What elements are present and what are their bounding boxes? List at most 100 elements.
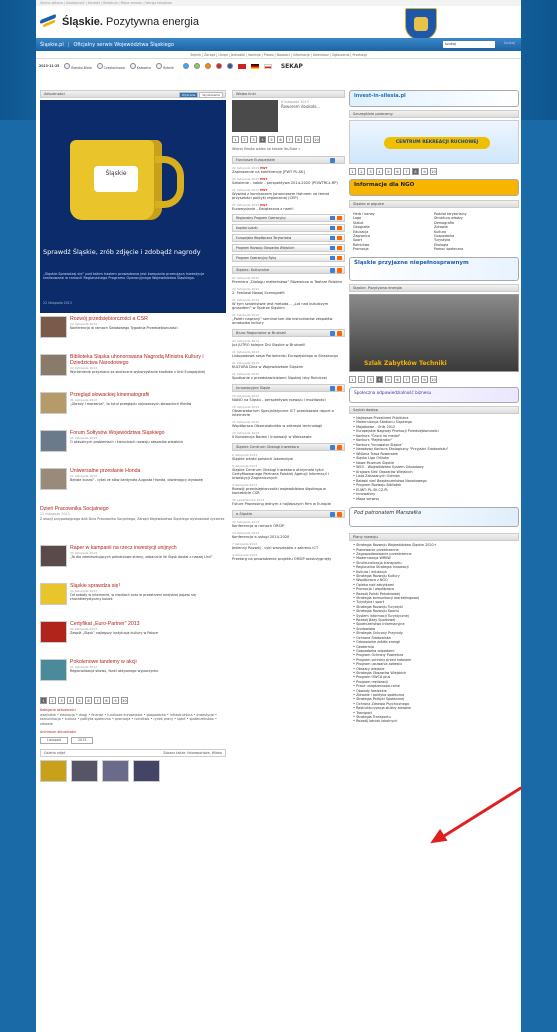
page-link[interactable]: 3 xyxy=(367,375,374,383)
news-item[interactable]: Rozwój przedsiębiorczości a CSR 22 listop… xyxy=(40,316,226,350)
youtube-link[interactable]: Więcej filmów wideo na kanale YouTube » xyxy=(232,147,345,152)
page-link[interactable]: 5 xyxy=(76,697,83,704)
flag-uk-icon[interactable] xyxy=(237,63,246,69)
culture-item[interactable]: 21 listopada 2013 W tym szaleństwie jest … xyxy=(232,298,345,310)
sekap-link[interactable]: SEKAP xyxy=(281,63,303,70)
page-link[interactable]: 9 xyxy=(421,168,428,175)
technical-monuments-image[interactable]: Szlak Zabytków Techniki xyxy=(349,293,519,372)
page-link[interactable]: 4 xyxy=(376,375,383,383)
eslaskie-item[interactable]: 14 listopada 2013 Konferencja e-usługi 20… xyxy=(232,531,345,539)
news-item[interactable]: Pokolenowe tandemy w akcji 21 listopada 2… xyxy=(40,659,226,693)
main-nav[interactable]: Sejmik | Zarząd | Urząd | Jednostki | Ko… xyxy=(36,51,521,59)
fund-item[interactable]: 22 listopada 2013 EWT Zaproszenie na konf… xyxy=(232,166,345,174)
gallery-links[interactable]: Zobacz także: fotoreportaże, Wideo xyxy=(163,751,222,756)
tab-selected[interactable]: Wybrane xyxy=(178,92,199,98)
news-item[interactable]: Forum Sołtysów Województwa Śląskiego 21 l… xyxy=(40,430,226,464)
invest-in-silesia-banner[interactable]: invest-in-silesia.pl xyxy=(349,90,519,107)
culture-item[interactable]: 21 listopada 2013 „Poletr nagrany” semina… xyxy=(232,313,345,325)
gallery-thumbnail[interactable] xyxy=(133,760,160,783)
fund-item[interactable]: 21 listopada 2013 EWT Wywiad z komisarzem… xyxy=(232,188,345,200)
page-link[interactable]: 10 xyxy=(430,168,437,175)
page-link[interactable]: 8 xyxy=(412,168,419,175)
archive-month-select[interactable]: Listopad xyxy=(40,736,68,744)
featured-news[interactable]: Śląskie Sprawdź Śląskie, zrób zdjęcie i … xyxy=(40,100,226,313)
page-link[interactable]: 9 xyxy=(112,697,119,704)
page-link[interactable]: 6 xyxy=(277,136,284,143)
page-link[interactable]: 9 xyxy=(421,375,428,383)
page-link[interactable]: 8 xyxy=(412,375,419,383)
page-link[interactable]: 2 xyxy=(358,375,365,383)
innovation-item[interactable]: 19 listopada 2013 NANO na Śląsku - perspe… xyxy=(232,394,345,402)
weather-city[interactable]: Rybnik xyxy=(156,62,174,70)
video-thumbnail[interactable] xyxy=(232,100,278,132)
investor-item[interactable]: 6 listopada 2013 Śląskie wśród polskich l… xyxy=(232,453,345,461)
home-icon[interactable] xyxy=(193,63,200,69)
investor-item[interactable]: 5 listopada 2013 Śląskie Centrum Obsługi … xyxy=(232,464,345,480)
archive-year-select[interactable]: 2013 xyxy=(71,736,94,744)
page-link[interactable]: 6 xyxy=(394,168,401,175)
investor-item[interactable]: 30 października 2013 Future Processing je… xyxy=(232,498,345,506)
innovation-item[interactable]: 13 listopada 2013 II Konwencja Badań i In… xyxy=(232,431,345,439)
brussels-item[interactable]: 21 listopada 2013 KULTURA Dnia w Wojewódz… xyxy=(232,361,345,369)
page-link[interactable]: 4 xyxy=(67,697,74,704)
youtube-icon[interactable] xyxy=(215,63,222,69)
program-bar[interactable]: Program Operacyjny Ryby xyxy=(232,253,345,262)
search-button[interactable]: Szukaj xyxy=(504,41,515,45)
page-link[interactable]: 6 xyxy=(85,697,92,704)
page-link[interactable]: 10 xyxy=(121,697,128,704)
plan-link[interactable]: Rozwój lotnisk lokalnych xyxy=(353,719,519,723)
page-link[interactable]: 7 xyxy=(286,136,293,143)
accessibility-banner[interactable]: Śląskie przyjazne niepełnosprawnym xyxy=(349,256,519,281)
search-input[interactable]: szukaj xyxy=(443,41,495,48)
categories-list[interactable]: wszystkie • edukacja • drogi • finanse •… xyxy=(40,713,226,727)
page-link[interactable]: 7 xyxy=(94,697,101,704)
ngo-banner[interactable]: Informacje dla NGO xyxy=(349,179,519,196)
fund-item[interactable]: 22 listopada 2013 EWT Eurowydanie - Świąt… xyxy=(232,203,345,211)
featured-title[interactable]: Sprawdź Śląskie, zrób zdjęcie i zdobądź … xyxy=(43,248,223,256)
fund-item[interactable]: 22 listopada 2013 EWT Szkolenie - nabór -… xyxy=(232,177,345,185)
summary-link[interactable]: Pomoc społeczna xyxy=(434,247,515,251)
weather-city[interactable]: Bielsko-Biała xyxy=(64,62,92,70)
page-link[interactable]: 7 xyxy=(403,375,410,383)
eslaskie-item[interactable]: 22 listopada 2013 Konferencja w ramach OR… xyxy=(232,520,345,528)
page-link[interactable]: 2 xyxy=(358,168,365,175)
page-link[interactable]: 3 xyxy=(250,136,257,143)
page-link[interactable]: 2 xyxy=(241,136,248,143)
program-bar[interactable]: Europejska Współpraca Terytorialna xyxy=(232,233,345,242)
brussels-item[interactable]: 22 listopada 2013 Już JUTRO kolejne Dni Ś… xyxy=(232,339,345,347)
page-link[interactable]: 5 xyxy=(385,168,392,175)
facebook-icon[interactable] xyxy=(226,63,233,69)
page-link[interactable]: 4 xyxy=(259,136,266,143)
quick-link[interactable]: Mapa serwisu xyxy=(353,497,519,502)
page-link[interactable]: 6 xyxy=(394,375,401,383)
program-bar[interactable]: Kapitał Ludzki xyxy=(232,223,345,232)
innovation-item[interactable]: 15 listopada 2013 Współpraca Obserwatorió… xyxy=(232,420,345,428)
page-link[interactable]: 3 xyxy=(367,168,374,175)
video-item[interactable]: 8 listopada 2013 Rowerem dookoła... xyxy=(232,100,345,132)
eslaskie-item[interactable]: 4 listopada 2013 Przetarg na prowadzenie … xyxy=(232,553,345,561)
investor-item[interactable]: 4 listopada 2013 Rozwój przedsiębiorczośc… xyxy=(232,483,345,495)
weather-city[interactable]: Częstochowa xyxy=(96,62,125,70)
page-link[interactable]: 3 xyxy=(58,697,65,704)
recreation-banner[interactable]: CENTRUM REKREACJI RUCHOWEJ xyxy=(349,120,519,164)
culture-item[interactable]: 22 listopada 2013 2. Festiwal Nowej Sceno… xyxy=(232,287,345,295)
page-link[interactable]: 7 xyxy=(403,168,410,175)
news-item[interactable]: Śląskie sprawdza się! 21 listopada 2013 Od… xyxy=(40,583,226,617)
weather-city[interactable]: Katowice xyxy=(129,62,151,70)
culture-item[interactable]: 22 listopada 2013 Premiera „Dialogu małże… xyxy=(232,276,345,284)
page-link[interactable]: 8 xyxy=(295,136,302,143)
brussels-item[interactable]: 21 listopada 2013 Listopadowa sesja Parla… xyxy=(232,350,345,358)
flag-pl-icon[interactable] xyxy=(263,63,272,69)
site-logo[interactable]: Śląskie. Pozytywna energia xyxy=(36,6,521,40)
news-item[interactable]: Uniwersalne przesłanie Honda 21 listopada… xyxy=(40,468,226,502)
rss-icon[interactable] xyxy=(204,63,211,69)
page-link[interactable]: 10 xyxy=(430,375,437,383)
site-name[interactable]: Śląskie.pl xyxy=(40,42,64,48)
gallery-thumbnail[interactable] xyxy=(102,760,129,783)
eslaskie-item[interactable]: 7 listopada 2013 Jesienny Rozwój - cykl w… xyxy=(232,542,345,550)
summary-link[interactable]: Promocja xyxy=(353,247,434,251)
page-link[interactable]: 1 xyxy=(40,697,47,704)
news-item-wide[interactable]: Dzień Pracownika Socjalnego 21 listopada … xyxy=(40,506,226,540)
gallery-thumbnail[interactable] xyxy=(40,760,67,783)
program-bar[interactable]: Regionalny Program Operacyjny xyxy=(232,213,345,222)
